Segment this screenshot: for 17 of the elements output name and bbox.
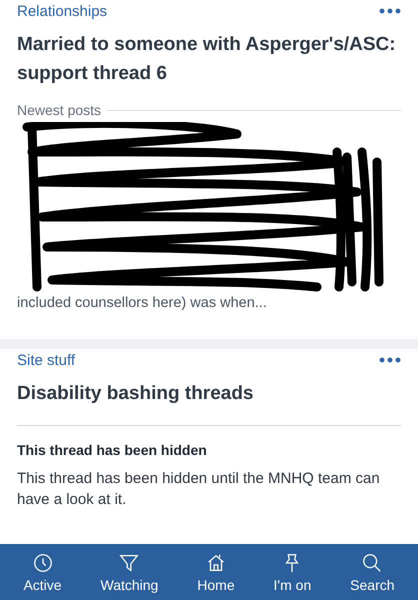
- more-options-icon[interactable]: [379, 8, 401, 14]
- category-link[interactable]: Relationships: [17, 2, 108, 20]
- post-preview: included counsellors here) was when...: [17, 294, 268, 313]
- nav-item[interactable]: Watching: [96, 550, 162, 594]
- nav-item[interactable]: I'm on: [270, 550, 316, 594]
- search-icon: [361, 552, 384, 574]
- nav-item[interactable]: Home: [193, 550, 239, 594]
- more-options-icon[interactable]: [379, 357, 401, 363]
- notice-title: This thread has been hidden: [17, 442, 208, 458]
- section-label: Newest posts: [17, 102, 102, 118]
- category-link[interactable]: Site stuff: [17, 352, 76, 368]
- thread-title[interactable]: Married to someone with Asperger's/ASC: support thread 6: [17, 30, 401, 88]
- nav-item[interactable]: Active: [19, 550, 66, 594]
- nav-item[interactable]: Search: [346, 550, 399, 594]
- notice-text: This thread has been hidden until the MNHQ team can have a look at it.: [17, 469, 381, 510]
- thread-title[interactable]: Disability bashing threads: [17, 379, 401, 408]
- clock-icon: [32, 552, 54, 574]
